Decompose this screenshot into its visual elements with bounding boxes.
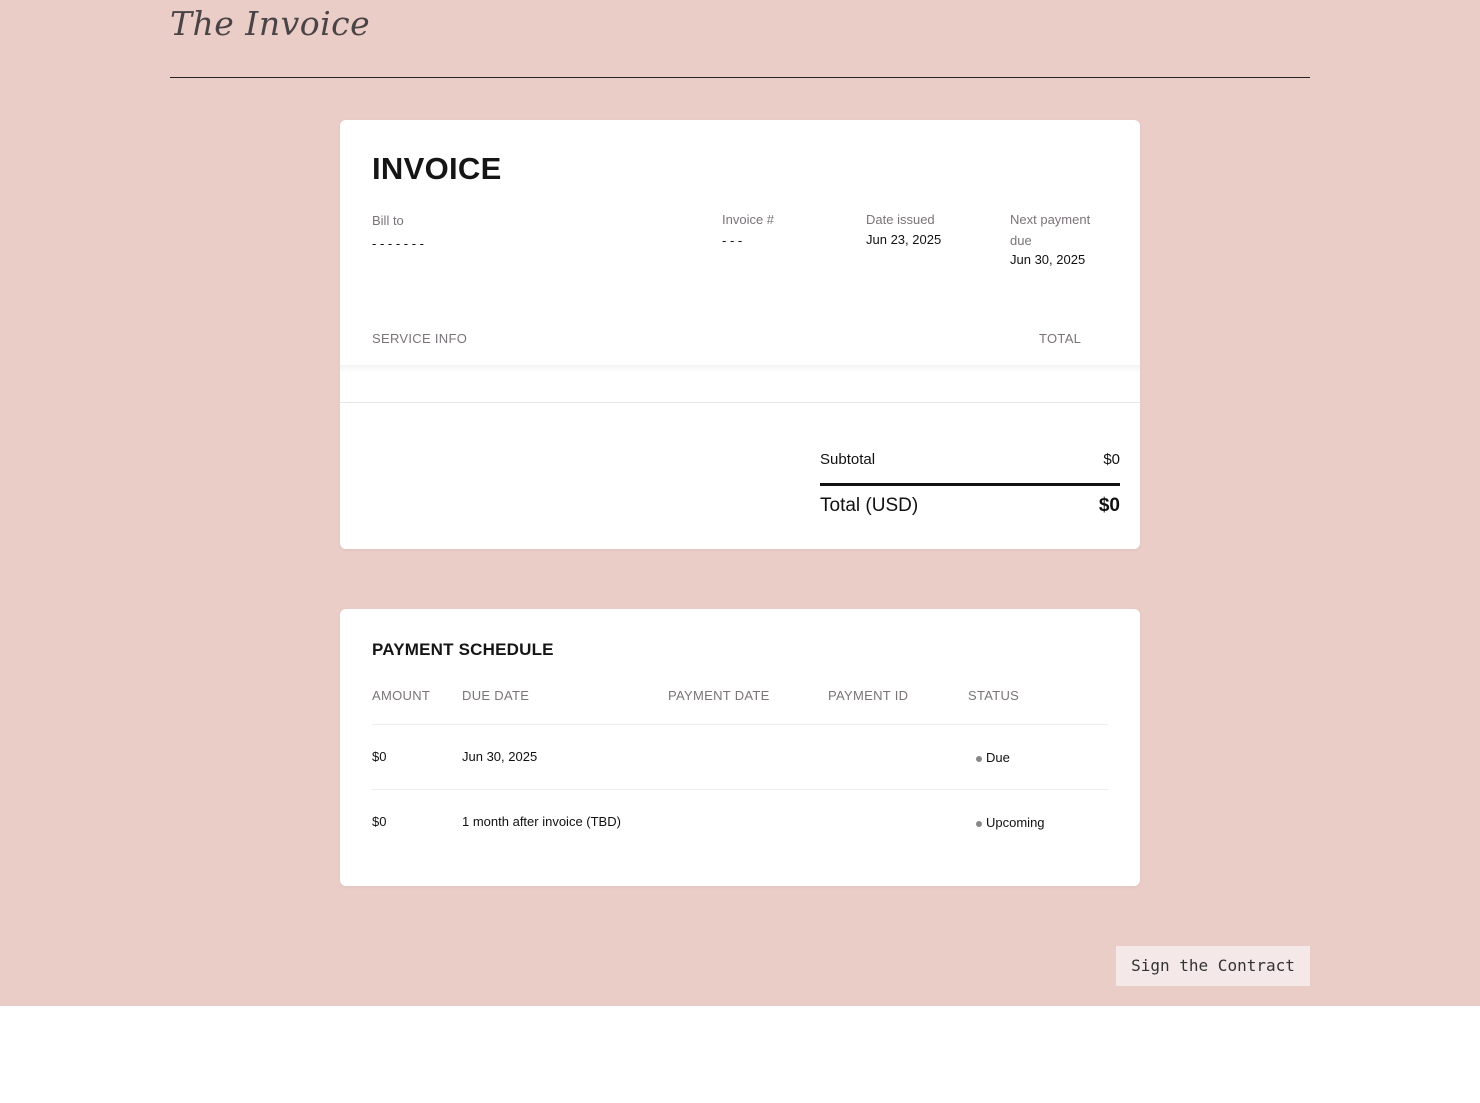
payment-schedule-title: PAYMENT SCHEDULE bbox=[372, 640, 554, 659]
brand-title: The Invoice bbox=[170, 4, 371, 43]
invoice-number-label: Invoice # bbox=[722, 212, 775, 227]
row-1-due-date: Jun 30, 2025 bbox=[462, 749, 538, 764]
invoice-card: INVOICE Bill to - - - - - - - Invoice # … bbox=[340, 120, 1140, 549]
row-2-amount: $0 bbox=[372, 814, 387, 829]
next-payment-label: Next payment due bbox=[1010, 212, 1091, 248]
next-payment-value: Jun 30, 2025 bbox=[1010, 252, 1086, 267]
col-due-date: DUE DATE bbox=[462, 688, 530, 703]
sign-contract-button[interactable]: Sign the Contract bbox=[1116, 946, 1310, 986]
row-1-status: Due bbox=[976, 750, 1010, 765]
col-status: STATUS bbox=[968, 688, 1020, 703]
row-2-status-text: Upcoming bbox=[986, 815, 1045, 830]
row-1-amount: $0 bbox=[372, 749, 387, 764]
col-payment-date: PAYMENT DATE bbox=[668, 688, 770, 703]
date-issued-label: Date issued bbox=[866, 212, 935, 227]
row-2-status: Upcoming bbox=[976, 815, 1045, 830]
subtotal-value: $0 bbox=[1103, 451, 1120, 468]
status-dot-icon bbox=[976, 756, 982, 762]
total-header: TOTAL bbox=[1039, 331, 1082, 346]
col-payment-id: PAYMENT ID bbox=[828, 688, 909, 703]
bill-to-label: Bill to bbox=[372, 213, 404, 228]
payment-schedule-card: PAYMENT SCHEDULE AMOUNT DUE DATE PAYMENT… bbox=[340, 609, 1140, 886]
row-divider bbox=[372, 724, 1108, 725]
invoice-number-value: - - - bbox=[722, 233, 743, 248]
total-divider bbox=[820, 483, 1120, 486]
line-items-divider bbox=[340, 402, 1140, 403]
total-value: $0 bbox=[1098, 495, 1120, 516]
table-header-shadow bbox=[340, 365, 1140, 373]
header-divider bbox=[170, 77, 1310, 78]
status-dot-icon bbox=[976, 821, 982, 827]
bill-to-value: - - - - - - - bbox=[372, 236, 424, 251]
invoice-title: INVOICE bbox=[372, 151, 502, 186]
subtotal-label: Subtotal bbox=[820, 451, 876, 468]
service-info-header: SERVICE INFO bbox=[372, 331, 468, 346]
date-issued-value: Jun 23, 2025 bbox=[866, 232, 942, 247]
row-2-due-date: 1 month after invoice (TBD) bbox=[462, 814, 621, 829]
row-divider bbox=[372, 789, 1108, 790]
col-amount: AMOUNT bbox=[372, 688, 431, 703]
total-label: Total (USD) bbox=[820, 495, 919, 516]
page-background: The Invoice INVOICE Bill to - - - - - - … bbox=[0, 0, 1480, 1006]
